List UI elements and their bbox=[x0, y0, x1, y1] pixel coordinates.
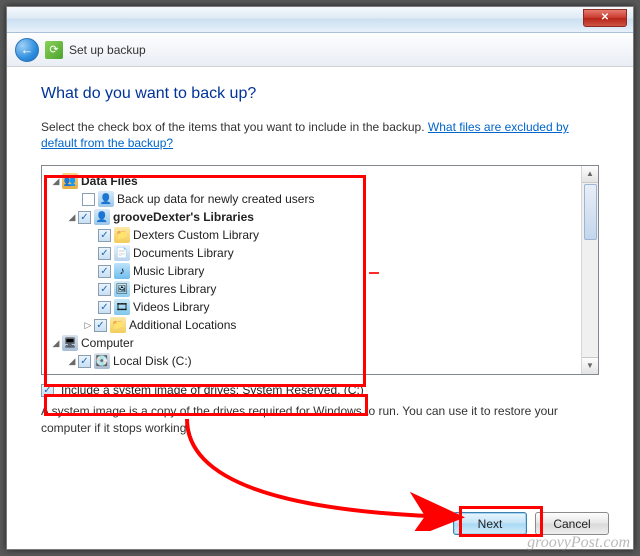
back-arrow-icon: ← bbox=[21, 42, 34, 57]
tree-node-local-disk[interactable]: ◢ ✓ 💽 Local Disk (C:) bbox=[46, 352, 577, 370]
instruction-text: Select the check box of the items that y… bbox=[41, 119, 599, 151]
tree-label: Local Disk (C:) bbox=[113, 354, 192, 368]
annotation-stray-mark bbox=[369, 272, 379, 274]
scroll-up-button[interactable]: ▲ bbox=[582, 166, 598, 183]
system-image-description: A system image is a copy of the drives r… bbox=[41, 403, 599, 435]
users-icon: 👥 bbox=[62, 173, 78, 189]
tree-node-additional[interactable]: ▷ ✓ 📁 Additional Locations bbox=[46, 316, 577, 334]
checkbox-documents[interactable]: ✓ bbox=[98, 247, 111, 260]
tree-label: Additional Locations bbox=[129, 318, 236, 332]
checkbox-videos[interactable]: ✓ bbox=[98, 301, 111, 314]
tree-label: Data Files bbox=[81, 174, 138, 188]
drive-icon: 💽 bbox=[94, 353, 110, 369]
scroll-track[interactable] bbox=[582, 241, 598, 357]
tree-node-data-files[interactable]: ◢ 👥 Data Files bbox=[46, 172, 577, 190]
tree-node-user-libraries[interactable]: ◢ ✓ 👤 grooveDexter's Libraries bbox=[46, 208, 577, 226]
next-button[interactable]: Next bbox=[453, 512, 527, 535]
videos-icon: 🎞 bbox=[114, 299, 130, 315]
button-row: Next Cancel bbox=[453, 512, 609, 535]
checkbox-system-image[interactable]: ✓ bbox=[41, 384, 54, 397]
collapse-icon[interactable]: ◢ bbox=[66, 356, 78, 367]
checkbox-additional[interactable]: ✓ bbox=[94, 319, 107, 332]
cancel-button[interactable]: Cancel bbox=[535, 512, 609, 535]
checkbox-new-users[interactable] bbox=[82, 193, 95, 206]
scroll-thumb[interactable] bbox=[584, 184, 597, 240]
user-icon: 👤 bbox=[94, 209, 110, 225]
tree-node-new-users[interactable]: 👤 Back up data for newly created users bbox=[46, 190, 577, 208]
checkbox-custom-lib[interactable]: ✓ bbox=[98, 229, 111, 242]
close-button[interactable]: ✕ bbox=[583, 9, 627, 27]
nav-row: ← ⟳ Set up backup bbox=[7, 33, 633, 67]
tree-label: Pictures Library bbox=[133, 282, 216, 296]
pictures-icon: 🖼 bbox=[114, 281, 130, 297]
instruction-lead: Select the check box of the items that y… bbox=[41, 120, 428, 134]
checkbox-music[interactable]: ✓ bbox=[98, 265, 111, 278]
content-area: What do you want to back up? Select the … bbox=[7, 67, 633, 450]
system-image-label: Include a system image of drives: System… bbox=[61, 383, 364, 397]
tree-label: Computer bbox=[81, 336, 134, 350]
collapse-icon[interactable]: ◢ bbox=[66, 212, 78, 223]
music-icon: ♪ bbox=[114, 263, 130, 279]
wizard-window: ✕ ← ⟳ Set up backup What do you want to … bbox=[6, 6, 634, 550]
tree-label: grooveDexter's Libraries bbox=[113, 210, 254, 224]
tree-scrollbar[interactable]: ▲ ▼ bbox=[581, 166, 598, 374]
checkbox-pictures[interactable]: ✓ bbox=[98, 283, 111, 296]
collapse-icon[interactable]: ◢ bbox=[50, 338, 62, 349]
backup-app-icon: ⟳ bbox=[45, 41, 63, 59]
folder-icon: 📁 bbox=[114, 227, 130, 243]
computer-icon: 🖥 bbox=[62, 335, 78, 351]
tree-label: Back up data for newly created users bbox=[117, 192, 314, 206]
back-button[interactable]: ← bbox=[15, 38, 39, 62]
page-heading: What do you want to back up? bbox=[41, 85, 599, 103]
tree-label: Music Library bbox=[133, 264, 204, 278]
tree-node-music[interactable]: ✓ ♪ Music Library bbox=[46, 262, 577, 280]
user-icon: 👤 bbox=[98, 191, 114, 207]
tree-inner: ◢ 👥 Data Files 👤 Back up data for newly … bbox=[42, 166, 581, 374]
checkbox-user-lib[interactable]: ✓ bbox=[78, 211, 91, 224]
collapse-icon[interactable]: ◢ bbox=[50, 176, 62, 187]
tree-label: Documents Library bbox=[133, 246, 234, 260]
checkbox-local-disk[interactable]: ✓ bbox=[78, 355, 91, 368]
window-title: Set up backup bbox=[69, 43, 146, 57]
tree-node-videos[interactable]: ✓ 🎞 Videos Library bbox=[46, 298, 577, 316]
expand-icon[interactable]: ▷ bbox=[82, 320, 94, 331]
documents-icon: 📄 bbox=[114, 245, 130, 261]
tree-node-documents[interactable]: ✓ 📄 Documents Library bbox=[46, 244, 577, 262]
tree-label: Dexters Custom Library bbox=[133, 228, 259, 242]
tree-label: Videos Library bbox=[133, 300, 210, 314]
tree-node-pictures[interactable]: ✓ 🖼 Pictures Library bbox=[46, 280, 577, 298]
title-bar: ✕ bbox=[7, 7, 633, 33]
folder-icon: 📁 bbox=[110, 317, 126, 333]
backup-tree: ◢ 👥 Data Files 👤 Back up data for newly … bbox=[41, 165, 599, 375]
close-icon: ✕ bbox=[601, 12, 609, 23]
tree-node-computer[interactable]: ◢ 🖥 Computer bbox=[46, 334, 577, 352]
tree-node-custom-library[interactable]: ✓ 📁 Dexters Custom Library bbox=[46, 226, 577, 244]
system-image-row: ✓ Include a system image of drives: Syst… bbox=[41, 383, 599, 397]
scroll-down-button[interactable]: ▼ bbox=[582, 357, 598, 374]
